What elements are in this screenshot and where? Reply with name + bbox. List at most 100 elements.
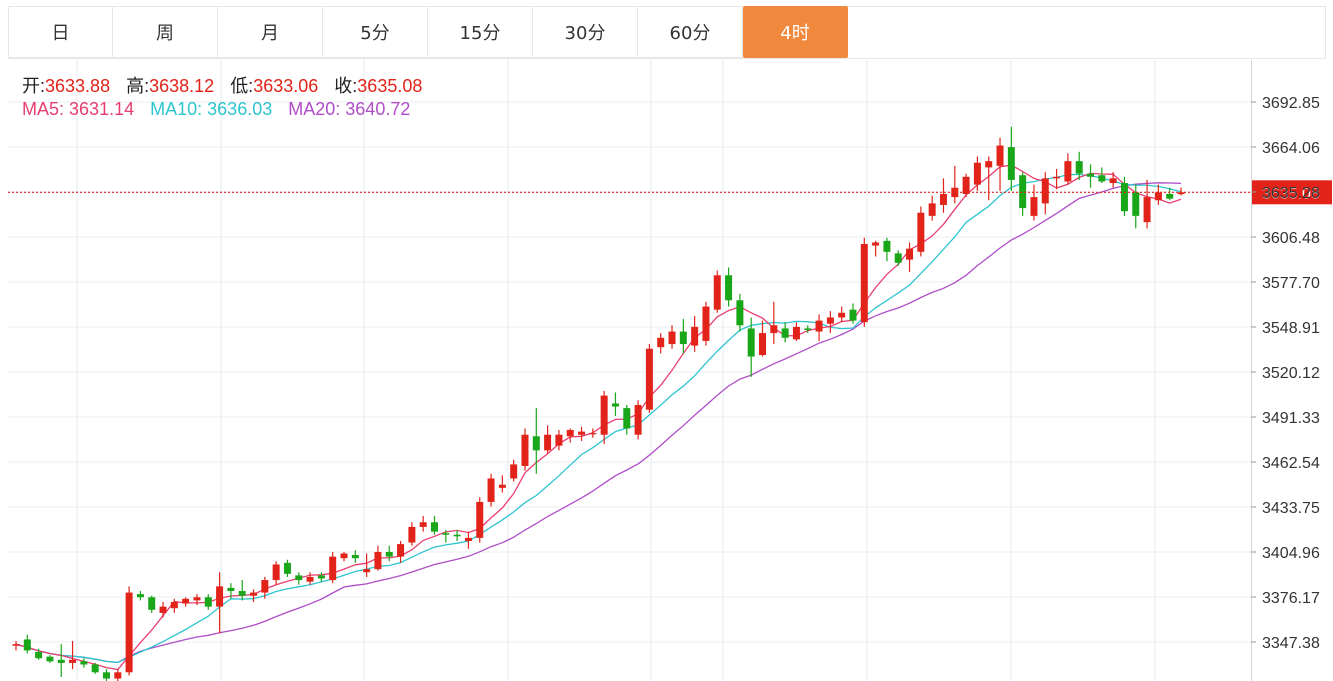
candle-body — [136, 594, 144, 598]
candle-body — [1143, 197, 1151, 223]
candle — [906, 242, 914, 273]
candle-body — [329, 556, 337, 581]
candle-body — [679, 331, 687, 345]
candle-body — [510, 464, 518, 479]
candle — [838, 306, 846, 323]
candle-body — [1019, 175, 1027, 209]
candle-body — [1007, 147, 1015, 180]
candle-body — [295, 575, 303, 581]
candle-body — [894, 253, 902, 263]
candle — [578, 426, 586, 441]
candle — [340, 551, 348, 562]
candle-body — [781, 328, 789, 338]
candle — [1098, 167, 1106, 184]
low-label: 低: — [230, 76, 254, 96]
candle — [611, 392, 619, 416]
candle — [691, 315, 699, 352]
high-label: 高: — [126, 76, 150, 96]
candle — [159, 601, 167, 618]
candle-body — [804, 328, 812, 330]
candle-body — [996, 145, 1004, 166]
candle-body — [623, 408, 631, 429]
candle — [57, 644, 65, 677]
candle-body — [238, 591, 246, 596]
candle — [385, 545, 393, 562]
candle — [397, 540, 405, 563]
candle-body — [736, 300, 744, 326]
candle-body — [544, 434, 552, 451]
candle-body — [114, 672, 122, 679]
candle-body — [125, 592, 133, 673]
candle — [1019, 172, 1027, 216]
candle-body — [80, 661, 88, 665]
candle-body — [227, 587, 235, 592]
candle — [1030, 184, 1038, 221]
candle — [23, 634, 31, 654]
candle-body — [170, 601, 178, 609]
y-tick-label: 3664.06 — [1262, 140, 1320, 157]
candle-body — [12, 644, 20, 646]
candle-body — [906, 248, 914, 260]
candle — [973, 156, 981, 191]
candle — [306, 572, 314, 585]
candle-body — [487, 478, 495, 502]
ma5-label: MA5: — [22, 99, 65, 119]
candle-body — [1053, 176, 1061, 179]
y-tick-label: 3347.38 — [1262, 635, 1320, 652]
candle-body — [555, 434, 563, 446]
candle-body — [91, 664, 99, 673]
candle-body — [261, 580, 269, 593]
candle — [668, 325, 676, 349]
ma20-line — [15, 182, 1182, 664]
ma5-value: 3631.14 — [69, 99, 135, 119]
candle — [136, 591, 144, 601]
chart-grid — [8, 60, 1251, 681]
candle-body — [430, 522, 438, 532]
candle — [182, 597, 190, 607]
ma-readout: MA5: 3631.14 MA10: 3636.03 MA20: 3640.72 — [22, 99, 410, 120]
candle — [80, 658, 88, 668]
candle-body — [973, 162, 981, 185]
candle — [216, 572, 224, 634]
y-tick-label: 3548.91 — [1262, 320, 1320, 337]
candle — [521, 428, 529, 471]
candle — [634, 400, 642, 440]
candle — [148, 595, 156, 613]
high-value: 3638.12 — [149, 76, 215, 96]
candle-body — [928, 203, 936, 216]
close-label: 收: — [334, 76, 358, 96]
candle-body — [939, 193, 947, 205]
candle — [623, 405, 631, 435]
candle-body — [589, 433, 597, 435]
candle — [1041, 172, 1049, 215]
candle-body — [498, 484, 506, 488]
candle-body — [645, 348, 653, 410]
candle-body — [193, 597, 201, 601]
candle-body — [250, 592, 258, 596]
candle-body — [442, 533, 450, 535]
candle — [679, 319, 687, 354]
candle — [826, 311, 834, 334]
candle-body — [747, 328, 755, 357]
candle — [476, 497, 484, 543]
candle — [736, 294, 744, 332]
candle-body — [849, 309, 857, 321]
candle-body — [917, 212, 925, 252]
candle — [408, 522, 416, 546]
candle-body — [464, 537, 472, 541]
candle — [487, 473, 495, 507]
candle — [702, 301, 710, 346]
y-tick-label: 3520.12 — [1262, 365, 1320, 382]
candle-body — [1166, 193, 1174, 199]
candle-body — [668, 331, 676, 345]
y-tick-label: 3577.70 — [1262, 275, 1320, 292]
y-tick-label: 3692.85 — [1262, 95, 1320, 112]
candle-body — [657, 337, 665, 348]
candle — [453, 530, 461, 541]
close-value: 3635.08 — [357, 76, 423, 96]
candle-body — [691, 326, 699, 346]
candle — [713, 270, 721, 313]
candle — [645, 344, 653, 413]
candle — [600, 390, 608, 445]
candle-body — [204, 597, 212, 607]
